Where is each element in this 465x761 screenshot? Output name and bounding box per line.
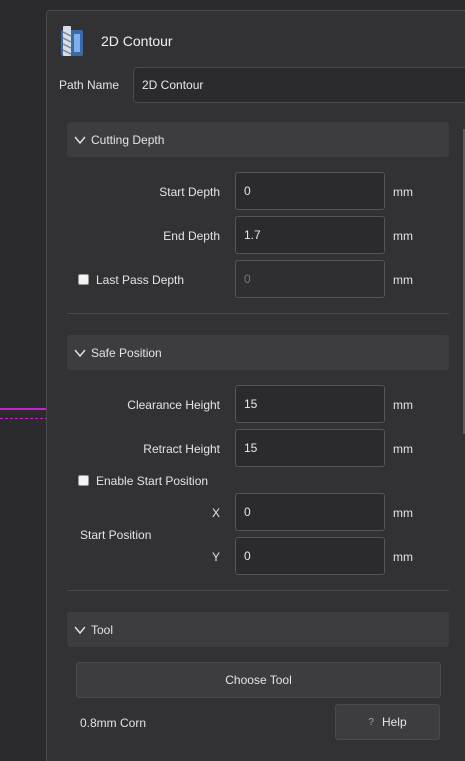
clearance-height-input[interactable] (235, 385, 385, 423)
retract-height-unit: mm (393, 442, 413, 456)
last-pass-unit: mm (393, 273, 413, 287)
start-position-label: Start Position (80, 528, 152, 542)
retract-height-label: Retract Height (143, 442, 220, 456)
toolpath-solid-line (0, 408, 48, 410)
end-depth-label: End Depth (163, 229, 220, 243)
last-pass-label: Last Pass Depth (96, 273, 185, 287)
retract-height-input[interactable] (235, 429, 385, 467)
help-label: Help (381, 715, 407, 729)
choose-tool-button[interactable]: Choose Tool (76, 662, 441, 698)
path-name-label: Path Name (59, 78, 120, 92)
help-icon: ? (368, 716, 374, 728)
last-pass-checkbox[interactable] (78, 274, 89, 285)
start-depth-input[interactable] (235, 172, 385, 210)
start-y-unit: mm (393, 550, 413, 564)
start-y-input[interactable] (235, 537, 385, 575)
divider (67, 313, 449, 314)
safe-position-title: Safe Position (91, 345, 162, 360)
panel-header: 2D Contour (59, 21, 173, 61)
end-depth-input[interactable] (235, 216, 385, 254)
last-pass-input[interactable] (235, 260, 385, 298)
cutting-depth-section-header[interactable]: Cutting Depth (67, 122, 449, 157)
path-name-input[interactable] (133, 67, 465, 103)
tool-title: Tool (91, 622, 114, 637)
tool-name: 0.8mm Corn (80, 716, 147, 730)
help-button[interactable]: ? Help (335, 704, 440, 740)
tool-section-header[interactable]: Tool (67, 612, 449, 647)
x-label: X (211, 506, 220, 520)
choose-tool-label: Choose Tool (225, 673, 292, 687)
panel-title: 2D Contour (101, 33, 173, 49)
clearance-height-unit: mm (393, 398, 413, 412)
enable-start-checkbox[interactable] (78, 475, 89, 486)
cutting-depth-title: Cutting Depth (91, 132, 165, 147)
start-x-input[interactable] (235, 493, 385, 531)
enable-start-label: Enable Start Position (96, 474, 209, 488)
start-depth-label: Start Depth (159, 185, 220, 199)
y-label: Y (211, 550, 220, 564)
contour-panel: 2D Contour Path Name Cutting Depth Start… (46, 10, 465, 761)
chevron-down-icon (74, 136, 86, 144)
chevron-down-icon (74, 349, 86, 357)
toolpath-dashed-line (0, 418, 48, 419)
end-mill-icon (61, 26, 83, 56)
start-depth-unit: mm (393, 185, 413, 199)
safe-position-section-header[interactable]: Safe Position (67, 335, 449, 370)
start-x-unit: mm (393, 506, 413, 520)
chevron-down-icon (74, 626, 86, 634)
clearance-height-label: Clearance Height (127, 398, 220, 412)
divider (67, 590, 449, 591)
end-depth-unit: mm (393, 229, 413, 243)
